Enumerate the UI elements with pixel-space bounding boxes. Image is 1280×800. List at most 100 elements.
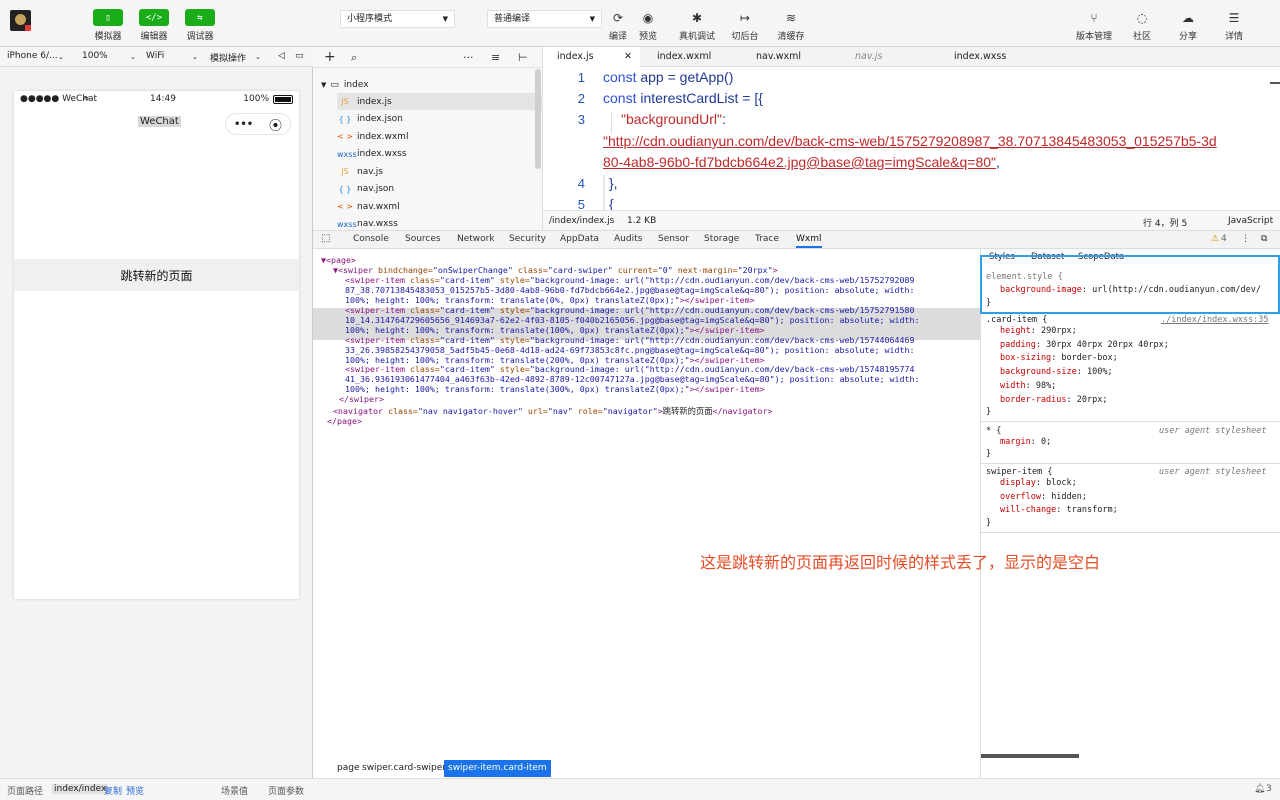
compile-select[interactable]: 普通编译 ▼	[487, 10, 602, 28]
file-item[interactable]: JS index.js	[337, 93, 559, 110]
page-params-button[interactable]: 页面参数	[268, 784, 304, 797]
simulator-button[interactable]: ▯ 模拟器	[84, 9, 132, 42]
style-rule[interactable]: display: block;	[1000, 477, 1077, 490]
file-item[interactable]: < > index.wxml	[337, 128, 559, 145]
phone-time: 14:49	[150, 94, 176, 104]
wxml-token: >	[772, 264, 778, 275]
tab-nav-wxml[interactable]: nav.wxml	[756, 47, 801, 67]
devtools-tab[interactable]: Console	[353, 234, 389, 244]
bell-icon[interactable]: 🔔︎	[1254, 784, 1265, 794]
more-icon[interactable]: ···	[463, 51, 474, 64]
tab-nav-js[interactable]: nav.js	[855, 47, 882, 67]
style-rule[interactable]: border-radius: 20rpx;	[1000, 394, 1107, 407]
close-icon[interactable]: ✕	[624, 47, 632, 67]
wxml-node-line[interactable]: 100%; height: 100%; transform: translate…	[345, 385, 765, 395]
real-device-button[interactable]: ✱ 真机调试	[673, 9, 721, 43]
file-tree: + ⌕ ··· ≡ ⊢ ▼ ▭ index JS index.js { } index…	[313, 47, 559, 230]
editor-button[interactable]: </> 编辑器	[130, 9, 178, 42]
style-prop: margin	[1000, 437, 1031, 447]
wxml-node-line[interactable]: </swiper>	[339, 394, 384, 405]
preview-link[interactable]: 预览	[126, 784, 144, 797]
divider	[981, 532, 1280, 533]
inspect-icon[interactable]: ⬚	[321, 233, 330, 244]
style-rule[interactable]: will-change: transform;	[1000, 504, 1118, 517]
capsule-menu[interactable]: ••• ⦿	[225, 113, 291, 135]
style-value: : 0;	[1030, 437, 1052, 447]
network-select[interactable]: WiFi	[146, 51, 164, 61]
preview-button[interactable]: ◉ 预览	[624, 9, 672, 43]
navigator-button[interactable]: 跳转新的页面	[14, 259, 299, 291]
add-icon[interactable]: +	[324, 49, 336, 65]
warning-count[interactable]: 4	[1221, 234, 1227, 244]
share-button[interactable]: ☁ 分享	[1164, 9, 1212, 43]
code-text: ,	[996, 154, 1000, 170]
style-rule[interactable]: padding: 30rpx 40rpx 20rpx 40rpx;	[1000, 339, 1169, 352]
search-icon[interactable]: ⌕	[351, 51, 357, 65]
avatar[interactable]	[10, 10, 31, 31]
warning-icon[interactable]: ⚠	[1211, 234, 1219, 244]
devtools-tab[interactable]: Storage	[704, 234, 739, 244]
file-item[interactable]: JS nav.js	[337, 163, 559, 180]
style-value: : block;	[1035, 478, 1077, 488]
copy-link[interactable]: 复制	[104, 784, 122, 797]
style-rule[interactable]: height: 290rpx;	[1000, 325, 1077, 338]
version-button[interactable]: ⑂ 版本管理	[1070, 9, 1118, 43]
notification-count[interactable]: 3	[1266, 784, 1272, 794]
devtools-tab[interactable]: Sensor	[658, 234, 689, 244]
mode-select[interactable]: 小程序模式 ▼	[340, 10, 455, 28]
vertical-dots-icon[interactable]: ⋮	[1241, 234, 1250, 244]
code-text: :	[722, 111, 726, 127]
style-rule[interactable]: overflow: hidden;	[1000, 491, 1087, 504]
file-item[interactable]: { } nav.json	[337, 181, 559, 198]
devtools-tab[interactable]: Security	[509, 234, 546, 244]
zoom-select[interactable]: 100%	[82, 51, 108, 61]
style-rule[interactable]: box-sizing: border-box;	[1000, 352, 1118, 365]
file-item[interactable]: wxss index.wxss	[337, 146, 559, 163]
devtools-tab[interactable]: Trace	[755, 234, 779, 244]
debugger-button[interactable]: ⇆ 调试器	[176, 9, 224, 42]
scrollbar[interactable]	[535, 69, 541, 169]
scene-button[interactable]: 场景值	[221, 784, 248, 797]
page-path[interactable]: index/index	[52, 784, 109, 794]
details-button[interactable]: ☰ 详情	[1210, 9, 1258, 43]
language-mode[interactable]: JavaScript	[1228, 216, 1273, 226]
file-item[interactable]: < > nav.wxml	[337, 198, 559, 215]
wxml-node-line[interactable]: </page>	[327, 416, 362, 427]
file-item[interactable]: { } index.json	[337, 111, 559, 128]
horizontal-scrollbar[interactable]	[981, 754, 1079, 758]
preview-label: 预览	[638, 32, 657, 42]
device-select[interactable]: iPhone 6/...	[7, 51, 58, 61]
devtools-tab[interactable]: AppData	[560, 234, 599, 244]
devtools-tab[interactable]: Network	[457, 234, 495, 244]
tab-index-js[interactable]: index.js ✕	[543, 47, 640, 67]
folder-item[interactable]: ▼ ▭ index	[321, 76, 543, 93]
breadcrumb-item-selected[interactable]: swiper-item.card-item	[444, 760, 551, 777]
close-circle-icon[interactable]: ⦿	[269, 115, 282, 134]
style-rule[interactable]: background-size: 100%;	[1000, 366, 1113, 379]
style-rule[interactable]: margin: 0;	[1000, 436, 1051, 449]
devtools-tab[interactable]: Audits	[614, 234, 642, 244]
tab-label: index.wxss	[954, 51, 1007, 62]
window-icon[interactable]: ▭	[295, 51, 304, 61]
clear-cache-button[interactable]: ≋ 清缓存	[767, 9, 815, 43]
background-button[interactable]: ↦ 切后台	[721, 9, 769, 43]
community-button[interactable]: ◌ 社区	[1118, 9, 1166, 43]
styles-panel: Styles Dataset ScopeData element.style {…	[980, 249, 1280, 778]
more-dots-icon[interactable]: •••	[234, 119, 253, 130]
undock-icon[interactable]: ⧉	[1261, 234, 1267, 244]
volume-icon[interactable]: ◁	[278, 51, 285, 61]
split-icon[interactable]: ⊢	[518, 51, 528, 64]
tab-index-wxml[interactable]: index.wxml	[657, 47, 711, 67]
cursor-position[interactable]: 行 4，列 5	[1143, 216, 1187, 229]
breadcrumb-item[interactable]: swiper.card-swiper	[358, 760, 450, 777]
code-area[interactable]: 1 2 3 4 5 const app = getApp() const int…	[543, 67, 1270, 210]
sort-icon[interactable]: ≡	[491, 51, 500, 64]
style-rule[interactable]: width: 98%;	[1000, 380, 1056, 393]
tab-index-wxss[interactable]: index.wxss	[954, 47, 1006, 67]
devtools-tab[interactable]: Sources	[405, 234, 441, 244]
devtools-tab[interactable]: Wxml	[796, 234, 822, 248]
simulate-select[interactable]: 模拟操作	[210, 51, 246, 64]
wxml-node-line[interactable]: <navigator class="nav navigator-hover" u…	[333, 406, 773, 417]
device-bar: iPhone 6/... ⌄ 100% ⌄ WiFi ⌄ 模拟操作 ⌄ ◁ ▭	[0, 47, 313, 67]
card-item-source-link[interactable]: ./index/index.wxss:35	[1161, 314, 1268, 327]
